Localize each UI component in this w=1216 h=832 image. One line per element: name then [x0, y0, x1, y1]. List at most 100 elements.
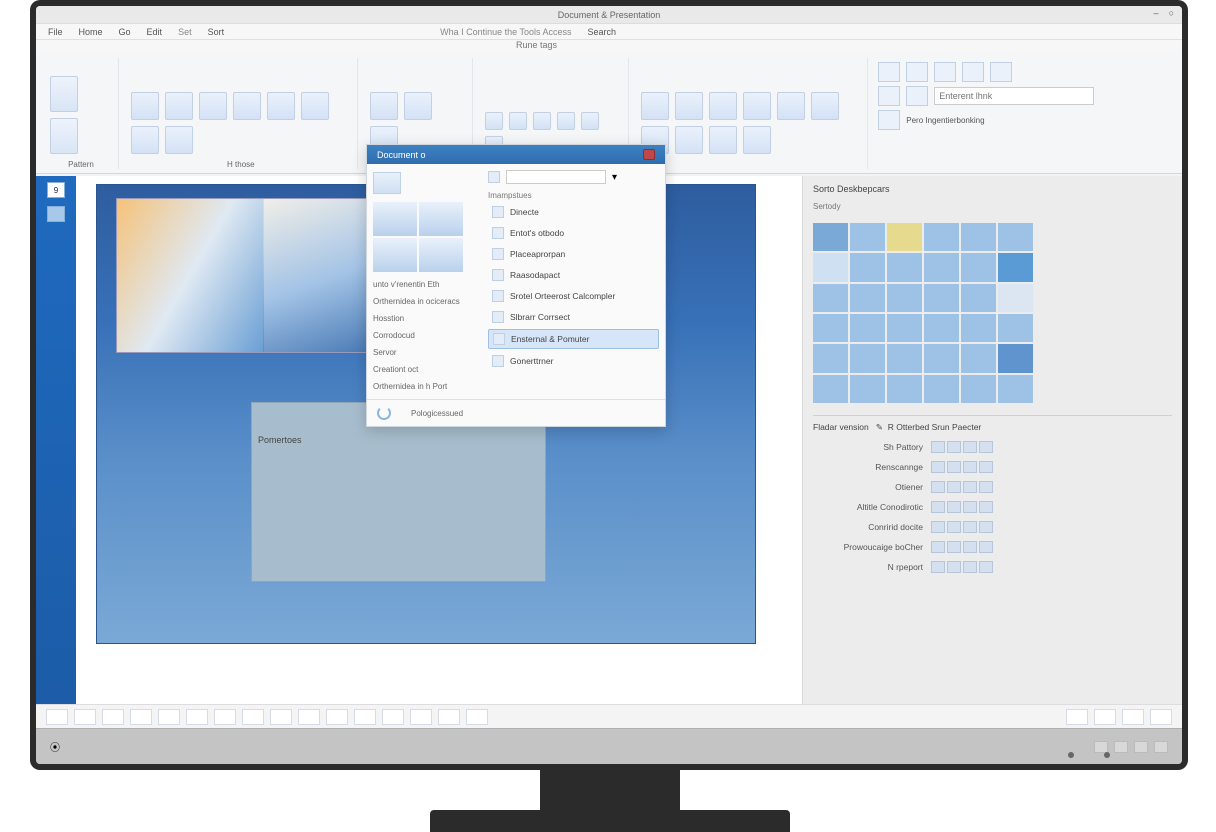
status-start-icon[interactable]: ⦿ [50, 739, 60, 754]
rail-token[interactable] [47, 206, 65, 222]
minimize-icon[interactable]: – [1154, 8, 1159, 18]
dialog-list-item[interactable]: Slbrarr Corrsect [488, 308, 659, 326]
ribbon-icon[interactable] [906, 62, 928, 82]
toolbar-button[interactable] [242, 709, 264, 725]
ribbon-icon[interactable] [267, 92, 295, 120]
dialog-section[interactable]: unto v'renentin Eth [373, 280, 476, 289]
toolbar-button[interactable] [1150, 709, 1172, 725]
dialog-list-item[interactable]: Gonerttrner [488, 352, 659, 370]
dialog-section[interactable]: Orthernidea in ociceracs [373, 297, 476, 306]
menu-item[interactable]: Go [119, 27, 131, 37]
toolbar-button[interactable] [438, 709, 460, 725]
ribbon-icon[interactable] [743, 92, 771, 120]
toolbar-button[interactable] [158, 709, 180, 725]
toolbar-button[interactable] [354, 709, 376, 725]
ribbon-icon[interactable] [709, 126, 737, 154]
dropdown-icon[interactable]: ▾ [612, 172, 617, 183]
ribbon-icon[interactable] [743, 126, 771, 154]
menu-item[interactable]: Edit [147, 27, 163, 37]
toolbar-button[interactable] [326, 709, 348, 725]
property-swatches[interactable] [931, 561, 993, 573]
dialog-filename-input[interactable] [506, 170, 606, 184]
toolbar-button[interactable] [270, 709, 292, 725]
property-swatches[interactable] [931, 481, 993, 493]
ribbon-icon[interactable] [934, 62, 956, 82]
toolbar-button[interactable] [214, 709, 236, 725]
dialog-section[interactable]: Servor [373, 348, 476, 357]
ribbon-icon[interactable] [533, 112, 551, 130]
toolbar-button[interactable] [410, 709, 432, 725]
toolbar-button[interactable] [1122, 709, 1144, 725]
ribbon-icon[interactable] [878, 86, 900, 106]
dialog-section[interactable]: Corrodocud [373, 331, 476, 340]
menu-item[interactable]: File [48, 27, 63, 37]
ribbon-icon[interactable] [990, 62, 1012, 82]
ribbon-icon[interactable] [675, 126, 703, 154]
ribbon-tab-label[interactable]: Rune tags [36, 40, 1182, 54]
ribbon-icon[interactable] [581, 112, 599, 130]
ribbon-icon[interactable] [675, 92, 703, 120]
dialog-thumbnail[interactable] [373, 202, 463, 272]
ribbon-icon[interactable] [485, 112, 503, 130]
menu-item[interactable]: Wha I Continue the Tools Access [440, 27, 571, 37]
ribbon-icon[interactable] [906, 86, 928, 106]
ribbon-icon[interactable] [131, 92, 159, 120]
ribbon-search-input[interactable] [934, 87, 1094, 105]
dialog-list-item[interactable]: Dinecte [488, 203, 659, 221]
status-button[interactable] [1154, 741, 1168, 753]
ribbon-icon[interactable] [777, 92, 805, 120]
dialog-list-item[interactable]: Ensternal & Pomuter [488, 329, 659, 349]
dialog-list-item[interactable]: Raasodapact [488, 266, 659, 284]
menu-item[interactable]: Search [588, 27, 617, 37]
ribbon-icon[interactable] [709, 92, 737, 120]
ribbon-icon[interactable] [509, 112, 527, 130]
ribbon-icon[interactable] [165, 126, 193, 154]
menu-item[interactable]: Home [79, 27, 103, 37]
dialog-section[interactable]: Hosstion [373, 314, 476, 323]
toolbar-button[interactable] [74, 709, 96, 725]
dialog-section[interactable]: Orthernidea in h Port [373, 382, 476, 391]
close-icon[interactable] [643, 149, 655, 160]
property-swatches[interactable] [931, 461, 993, 473]
ribbon-icon[interactable] [878, 110, 900, 130]
ribbon-icon[interactable] [557, 112, 575, 130]
ribbon-icon[interactable] [165, 92, 193, 120]
toolbar-button[interactable] [1066, 709, 1088, 725]
swatch-mosaic[interactable] [813, 223, 1033, 403]
ribbon-icon[interactable] [404, 92, 432, 120]
menu-item[interactable]: Sort [208, 27, 225, 37]
ribbon-icon[interactable] [301, 92, 329, 120]
toolbar-button[interactable] [382, 709, 404, 725]
property-swatches[interactable] [931, 501, 993, 513]
property-swatches[interactable] [931, 521, 993, 533]
dialog-list-item[interactable]: Entot's otbodo [488, 224, 659, 242]
toolbar-button[interactable] [186, 709, 208, 725]
ribbon-icon[interactable] [370, 92, 398, 120]
toolbar-button[interactable] [298, 709, 320, 725]
ribbon-icon[interactable] [131, 126, 159, 154]
close-icon[interactable]: ○ [1169, 8, 1174, 18]
dialog-list-item[interactable]: Placeaprorpan [488, 245, 659, 263]
dialog-titlebar[interactable]: Document o [367, 145, 665, 164]
toolbar-button[interactable] [102, 709, 124, 725]
property-swatches[interactable] [931, 541, 993, 553]
status-button[interactable] [1114, 741, 1128, 753]
menu-item[interactable]: Set [178, 27, 192, 37]
document-subpanel[interactable]: Pomertoes [251, 402, 546, 582]
status-button[interactable] [1134, 741, 1148, 753]
dialog-section[interactable]: Creationt oct [373, 365, 476, 374]
dialog-list-item[interactable]: Srotel Orteerost Calcompler [488, 287, 659, 305]
ribbon-icon[interactable] [878, 62, 900, 82]
toolbar-button[interactable] [1094, 709, 1116, 725]
ribbon-icon[interactable] [233, 92, 261, 120]
property-swatches[interactable] [931, 441, 993, 453]
ribbon-icon[interactable] [962, 62, 984, 82]
rail-token[interactable]: 9 [47, 182, 65, 198]
toolbar-button[interactable] [466, 709, 488, 725]
ribbon-icon[interactable] [199, 92, 227, 120]
ribbon-icon[interactable] [811, 92, 839, 120]
ribbon-icon[interactable] [50, 118, 78, 154]
status-button[interactable] [1094, 741, 1108, 753]
ribbon-icon[interactable] [641, 92, 669, 120]
ribbon-icon[interactable] [50, 76, 78, 112]
